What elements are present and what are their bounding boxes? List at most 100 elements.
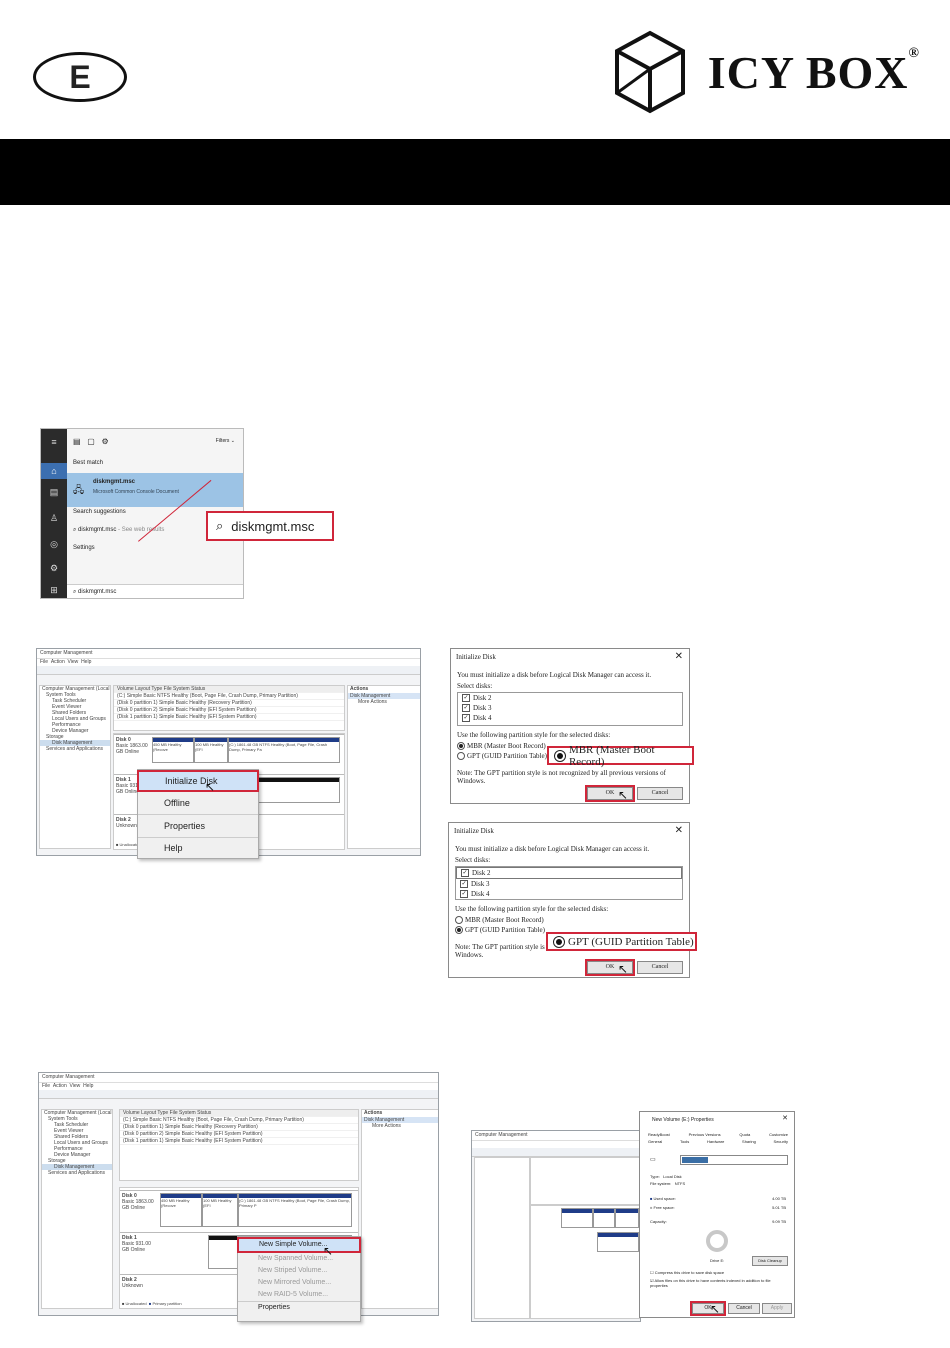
toolbar: [37, 666, 420, 675]
disk-0-row: Disk 0 Basic 1863.00 GB Online 450 MB Hea…: [114, 734, 344, 765]
actions-pane: Actions Disk Management More Actions: [361, 1109, 438, 1309]
disk-context-menu: Initialize Disk Offline Properties Help: [137, 769, 259, 859]
mbr-callout: MBR (Master Boot Record): [547, 744, 694, 768]
brand-name: ICY BOX®: [707, 45, 920, 98]
close-icon[interactable]: ✕: [675, 825, 683, 836]
select-disks-label: Select disks:: [457, 682, 493, 690]
globe-icon: ◎: [50, 539, 58, 549]
mouse-cursor-icon: ↖: [323, 1244, 334, 1258]
actions-pane: Actions Disk Management More Actions: [347, 685, 420, 849]
disk-item[interactable]: ✓ Disk 4: [458, 713, 682, 723]
properties-item[interactable]: Properties: [138, 814, 258, 837]
best-match-label: Best match: [73, 460, 104, 466]
close-icon[interactable]: ✕: [675, 651, 683, 662]
menu-bar: File Action View Help: [37, 659, 420, 666]
search-icon: ⌕: [216, 518, 224, 533]
cancel-button[interactable]: Cancel: [637, 787, 683, 800]
suggestions-label: Search suggestions: [73, 509, 126, 515]
language-code: E: [69, 58, 91, 95]
index-checkbox[interactable]: ☑ Allow files on this drive to have cont…: [650, 1278, 788, 1288]
window-title: Computer Management: [472, 1131, 640, 1141]
legend: ■ Unallocated ■ Primary partition: [122, 1301, 182, 1306]
initialize-disk-dialog-mbr: Initialize Disk ✕ You must initialize a …: [450, 648, 690, 804]
dialog-note: Note: The GPT partition style is not rec…: [457, 769, 666, 785]
filters-dropdown[interactable]: Filters ⌄: [216, 438, 235, 444]
new-raid5-volume-item[interactable]: New RAID-5 Volume...: [238, 1289, 360, 1301]
gpt-callout: GPT (GUID Partition Table): [546, 932, 697, 951]
disk-item[interactable]: ✓ Disk 4: [456, 889, 682, 899]
navigation-tree: [474, 1157, 530, 1319]
disk-cleanup-button[interactable]: Disk Cleanup: [752, 1256, 788, 1266]
disk-checklist: ✓ Disk 2 ✓ Disk 3 ✓ Disk 4: [457, 692, 683, 726]
volume-properties-dialog: New Volume (E:) Properties ✕ ReadyBoost P…: [639, 1111, 795, 1318]
volume-list: Volume Layout Type File System Status (C…: [113, 685, 345, 731]
volume-name-input[interactable]: [680, 1155, 788, 1165]
document-icon: ▤: [49, 487, 59, 497]
console-icon: 🖧: [73, 485, 85, 496]
window-title: Computer Management: [37, 649, 420, 659]
radio-selected-icon: [553, 935, 565, 948]
volume-list: Volume Layout Type File System Status (C…: [119, 1109, 359, 1181]
new-spanned-volume-item[interactable]: New Spanned Volume...: [238, 1253, 360, 1265]
radio-selected-icon: [554, 749, 566, 762]
settings-icon: ⚙: [49, 563, 59, 573]
navigation-tree: Computer Management (Local System Tools …: [41, 1109, 113, 1309]
disk-item[interactable]: ✓ Disk 3: [458, 703, 682, 713]
offline-item[interactable]: Offline: [138, 792, 258, 814]
toolbar-icons: ▤ ▢ ⚙: [73, 437, 109, 446]
disk-0-row: Disk 0 Basic 1863.00 GB Online 450 MB Hea…: [120, 1190, 358, 1229]
window-title: Computer Management: [39, 1073, 438, 1083]
help-item[interactable]: Help: [138, 837, 258, 858]
mouse-cursor-icon: ↖: [205, 780, 216, 794]
dialog-title: New Volume (E:) Properties: [652, 1117, 714, 1123]
dialog-instruction: You must initialize a disk before Logica…: [455, 845, 650, 853]
drive-icon: ▭: [650, 1157, 656, 1163]
cancel-button[interactable]: Cancel: [637, 961, 683, 974]
select-disks-label: Select disks:: [455, 856, 491, 864]
dialog-note-windows: Windows.: [455, 951, 484, 959]
user-icon: ♙: [49, 513, 59, 523]
menu-bar: File Action View Help: [39, 1083, 438, 1090]
result-subtitle: Microsoft Common Console Document: [93, 489, 179, 495]
computer-management-window-3: Computer Management: [471, 1130, 641, 1322]
mbr-radio[interactable]: MBR (Master Boot Record): [455, 916, 544, 925]
best-match-result[interactable]: 🖧 diskmgmt.msc Microsoft Common Console …: [67, 473, 243, 507]
new-simple-volume-item[interactable]: New Simple Volume...: [237, 1237, 361, 1253]
initialize-disk-item[interactable]: Initialize Disk: [137, 770, 259, 792]
compress-checkbox[interactable]: ☐ Compress this drive to save disk space: [650, 1270, 724, 1275]
apply-button[interactable]: Apply: [762, 1303, 792, 1314]
mbr-radio[interactable]: MBR (Master Boot Record): [457, 742, 546, 751]
disk-checklist: ✓ Disk 2 ✓ Disk 3 ✓ Disk 4: [455, 866, 683, 900]
toolbar: [472, 1148, 640, 1157]
language-badge: E: [33, 52, 127, 102]
new-striped-volume-item[interactable]: New Striped Volume...: [238, 1265, 360, 1277]
new-mirrored-volume-item[interactable]: New Mirrored Volume...: [238, 1277, 360, 1289]
dialog-note: Note: The GPT partition style is: [455, 943, 545, 951]
drive-label: Drive E:: [710, 1258, 725, 1263]
search-sidebar: ≡ ⌂ ▤ ♙ ◎ ⚙ ⊞: [41, 429, 67, 598]
gpt-radio[interactable]: GPT (GUID Partition Table): [455, 926, 545, 935]
tabs-row-2: General Tools Hardware Sharing Security: [648, 1139, 788, 1144]
gpt-radio[interactable]: GPT (GUID Partition Table): [457, 752, 547, 761]
initialize-disk-dialog-gpt: Initialize Disk ✕ You must initialize a …: [448, 822, 690, 978]
capacity-row: Capacity: 9.09 TB: [650, 1219, 786, 1224]
close-icon[interactable]: ✕: [782, 1114, 788, 1122]
mouse-cursor-icon: ↖: [618, 788, 629, 802]
type-row: Type: Local Disk: [650, 1174, 682, 1179]
file-system-row: File system: NTFS: [650, 1181, 686, 1186]
search-input[interactable]: ⌕ diskmgmt.msc: [67, 584, 243, 598]
search-query-callout: ⌕ diskmgmt.msc: [206, 511, 334, 541]
disk-item[interactable]: ✓ Disk 2: [458, 693, 682, 703]
dialog-title: Initialize Disk: [454, 827, 494, 835]
usage-donut-icon: [706, 1230, 728, 1252]
mouse-cursor-icon: ↖: [710, 1302, 721, 1316]
cancel-button[interactable]: Cancel: [728, 1303, 760, 1314]
tabs-row-1: ReadyBoost Previous Versions Quota Customiz…: [648, 1132, 788, 1137]
menu-icon: ≡: [51, 437, 57, 447]
properties-item[interactable]: Properties: [238, 1301, 360, 1314]
brand-logo: ICY BOX®: [614, 30, 920, 114]
disk-item[interactable]: ✓ Disk 2: [456, 867, 682, 879]
disk-item[interactable]: ✓ Disk 3: [456, 879, 682, 889]
volume-list: [530, 1157, 640, 1205]
dialog-instruction: You must initialize a disk before Logica…: [457, 671, 652, 679]
